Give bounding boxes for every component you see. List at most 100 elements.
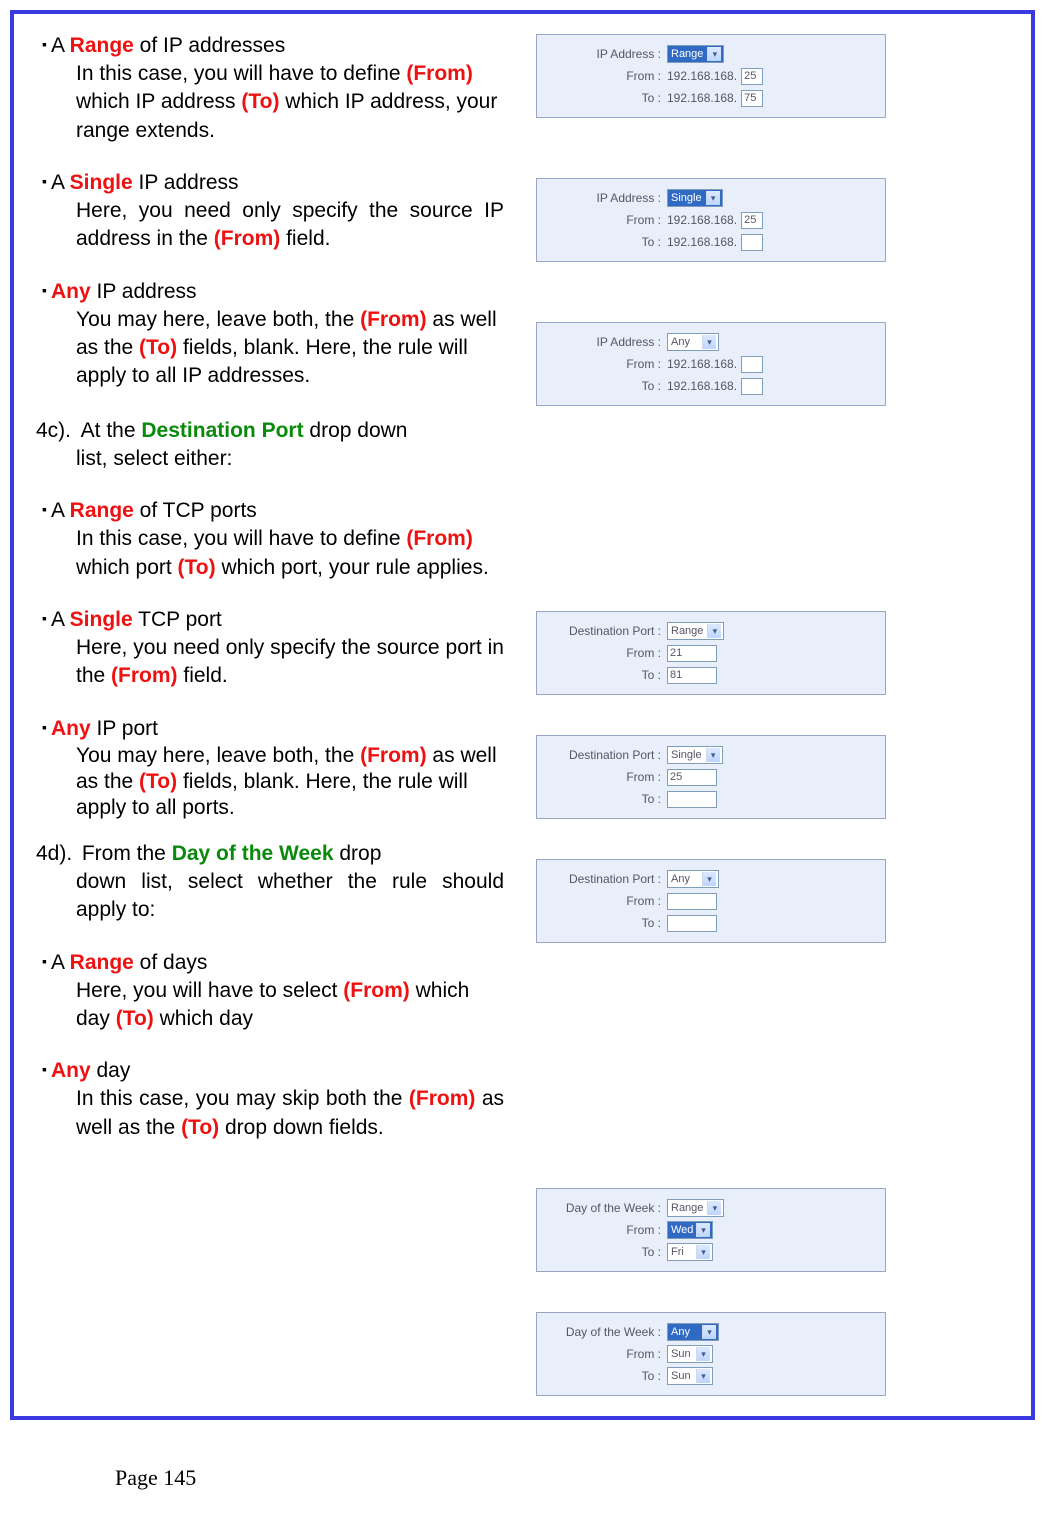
t: of TCP ports (134, 499, 257, 522)
chevron-down-icon (696, 1223, 710, 1237)
item-desc: Here, you need only specify the source p… (76, 634, 504, 691)
label: IP Address : (537, 335, 667, 349)
item-heading: ▪A Range of IP addresses (42, 34, 504, 58)
field: (From) (409, 1087, 476, 1110)
bullet-icon: ▪ (42, 282, 47, 298)
page: ▪A Range of IP addresses In this case, y… (0, 0, 1045, 1528)
to-input[interactable] (741, 378, 763, 395)
t: In this case, you will have to define (76, 62, 406, 85)
from-select[interactable]: Sun (667, 1345, 713, 1363)
panel-port-range: Destination Port :Range From :21 To :81 (536, 611, 886, 695)
to-select[interactable]: Fri (667, 1243, 713, 1261)
field: (From) (360, 744, 427, 767)
item-port-any: ▪Any IP port You may here, leave both, t… (54, 717, 504, 822)
field: (From) (360, 308, 427, 331)
item-heading: ▪Any day (42, 1059, 504, 1083)
to-input[interactable] (741, 234, 763, 251)
label: IP Address : (537, 191, 667, 205)
from-input[interactable]: 25 (741, 68, 763, 85)
t: which port (76, 556, 178, 579)
destination-port-select[interactable]: Range (667, 622, 724, 640)
day-of-week-select[interactable]: Any (667, 1323, 719, 1341)
bullet-icon: ▪ (42, 719, 47, 735)
chevron-down-icon (707, 47, 721, 61)
label: From : (537, 1347, 667, 1361)
from-input[interactable] (667, 893, 717, 910)
to-input[interactable] (667, 791, 717, 808)
from-select[interactable]: Wed (667, 1221, 713, 1239)
t: which port, your rule applies. (216, 556, 489, 579)
panel-ip-single: IP Address :Single From :192.168.168.25 … (536, 178, 886, 262)
chevron-down-icon (702, 335, 716, 349)
t: IP address (91, 280, 197, 303)
item-port-single: ▪A Single TCP port Here, you need only s… (54, 608, 504, 691)
label: To : (537, 792, 667, 806)
destination-port-select[interactable]: Single (667, 746, 723, 764)
to-input[interactable]: 75 (741, 90, 763, 107)
t: of days (134, 951, 208, 974)
term: Single (70, 171, 133, 194)
item-desc: In this case, you will have to define (F… (76, 60, 504, 145)
t: Range (671, 625, 703, 637)
spacer (530, 819, 1009, 859)
field: (To) (241, 90, 279, 113)
label: Destination Port : (537, 624, 667, 638)
label: IP Address : (537, 47, 667, 61)
from-input[interactable]: 25 (667, 769, 717, 786)
label: From : (537, 213, 667, 227)
ip-address-select[interactable]: Single (667, 189, 723, 207)
from-input[interactable]: 25 (741, 212, 763, 229)
item-desc: Here, you need only specify the source I… (76, 197, 504, 254)
destination-port-select[interactable]: Any (667, 870, 719, 888)
item-ip-range: ▪A Range of IP addresses In this case, y… (54, 34, 504, 145)
panel-port-any: Destination Port :Any From : To : (536, 859, 886, 943)
bullet-icon: ▪ (42, 173, 47, 189)
to-select[interactable]: Sun (667, 1367, 713, 1385)
label: From : (537, 646, 667, 660)
step-4d: 4d). From the Day of the Week drop down … (54, 840, 504, 925)
to-input[interactable] (667, 915, 717, 932)
t: IP address (133, 171, 239, 194)
t: field. (178, 664, 228, 687)
screenshot-column: IP Address :Range From :192.168.168.25 T… (530, 34, 1009, 1396)
label: From : (537, 69, 667, 83)
t: 192.168.168. (667, 235, 737, 249)
spacer (530, 1272, 1009, 1312)
t: In this case, you will have to define (76, 527, 406, 550)
label: Day of the Week : (537, 1325, 667, 1339)
panel-ip-any: IP Address :Any From :192.168.168. To :1… (536, 322, 886, 406)
from-input[interactable]: 21 (667, 645, 717, 662)
t: 192.168.168. (667, 357, 737, 371)
bullet-icon: ▪ (42, 953, 47, 969)
t: down list, select whether the rule shoul… (76, 868, 504, 925)
label: To : (537, 91, 667, 105)
chevron-down-icon (707, 1201, 721, 1215)
t: Single (671, 192, 702, 204)
label: From : (537, 1223, 667, 1237)
item-desc: In this case, you will have to define (F… (76, 525, 504, 582)
ip-address-select[interactable]: Range (667, 45, 724, 63)
spacer (530, 695, 1009, 735)
item-heading: ▪A Single TCP port (42, 608, 504, 632)
t: which IP address (76, 90, 241, 113)
from-input[interactable] (741, 356, 763, 373)
chevron-down-icon (696, 1369, 710, 1383)
t: Range (671, 48, 703, 60)
bullet-icon: ▪ (42, 1061, 47, 1077)
t: drop down fields. (219, 1116, 384, 1139)
instruction-text: ▪A Range of IP addresses In this case, y… (54, 34, 504, 1396)
t: You may here, leave both, the (76, 308, 360, 331)
item-ip-any: ▪Any IP address You may here, leave both… (54, 280, 504, 391)
label: To : (537, 1369, 667, 1383)
field: (From) (214, 227, 281, 250)
item-desc: You may here, leave both, the (From) as … (76, 306, 504, 391)
day-of-week-select[interactable]: Range (667, 1199, 724, 1217)
step-text: 4d). From the Day of the Week drop (54, 840, 504, 868)
label: Destination Port : (537, 872, 667, 886)
t: A (51, 34, 70, 57)
to-input[interactable]: 81 (667, 667, 717, 684)
ip-address-select[interactable]: Any (667, 333, 719, 351)
spacer (530, 262, 1009, 322)
item-heading: ▪Any IP address (42, 280, 504, 304)
t: A (51, 608, 70, 631)
